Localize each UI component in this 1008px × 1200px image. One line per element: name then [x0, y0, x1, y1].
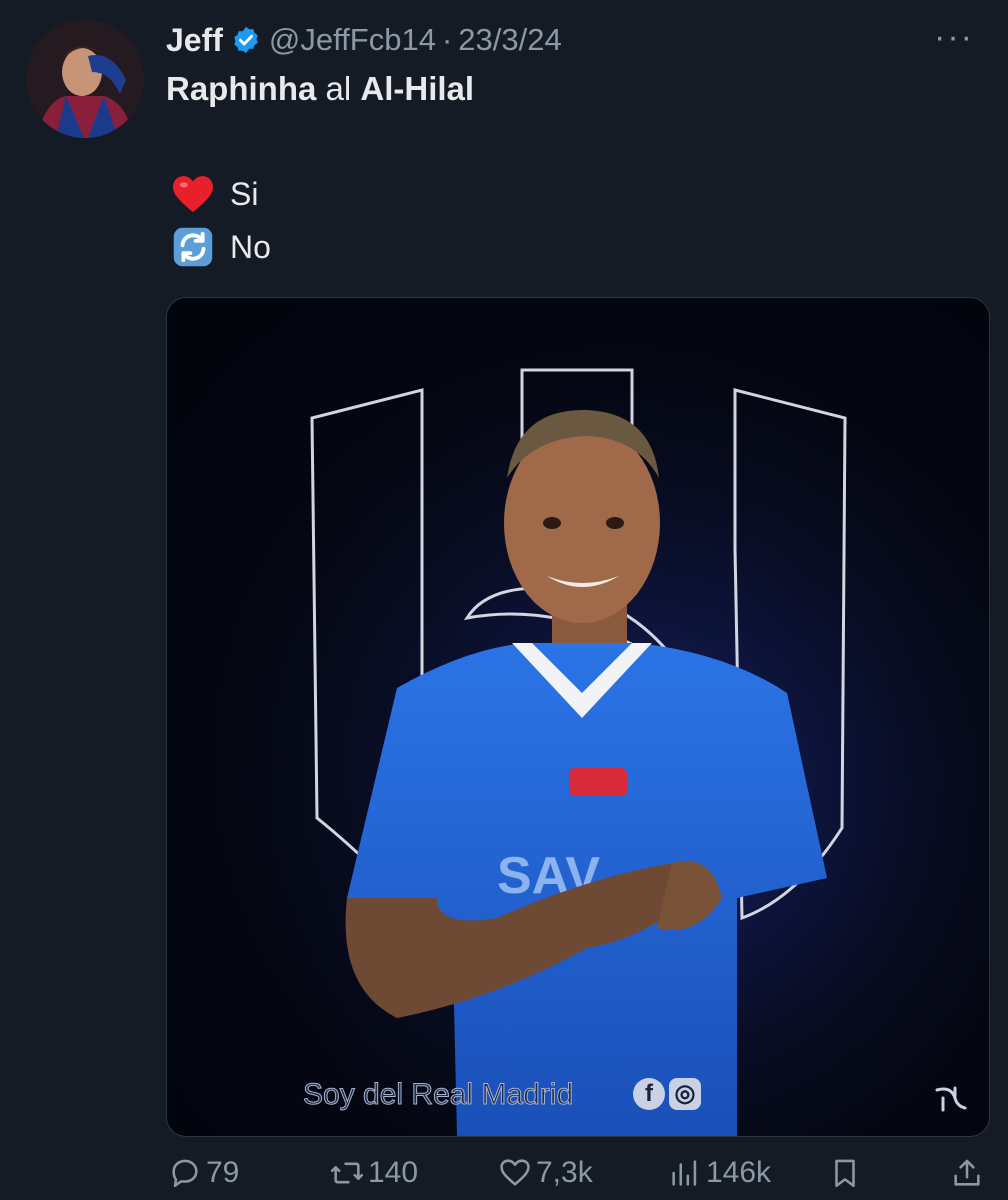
reply-icon [172, 1159, 198, 1188]
tweet-header: Jeff @JeffFcb14 · 23/3/24 [166, 18, 562, 62]
views-button[interactable]: 146k [668, 1156, 771, 1190]
share-button[interactable] [950, 1156, 988, 1190]
author-handle[interactable]: @JeffFcb14 [269, 22, 436, 58]
reply-count: 79 [206, 1156, 240, 1189]
header-separator: · [441, 22, 453, 57]
like-heart-icon [500, 1159, 530, 1186]
repost-icon [170, 224, 216, 270]
like-button[interactable]: 7,3k [498, 1156, 593, 1190]
author-avatar[interactable] [26, 20, 144, 138]
more-options-icon[interactable]: ··· [934, 18, 974, 57]
tweet-image[interactable]: SAV Soy del Real Madrid f ◎ [166, 297, 990, 1137]
repost-count: 140 [368, 1156, 419, 1189]
heart-icon [170, 171, 216, 217]
like-count: 7,3k [536, 1156, 593, 1189]
tweet-text-player: Raphinha [166, 70, 317, 107]
option-repost-no: No [170, 224, 271, 270]
tweet-text: Raphinha al Al-Hilal [166, 70, 474, 108]
retweet-icon [330, 1162, 364, 1184]
instagram-icon: ◎ [669, 1078, 701, 1110]
option-label-no: No [230, 228, 271, 265]
author-name[interactable]: Jeff [166, 22, 223, 59]
repost-button[interactable]: 140 [330, 1156, 418, 1190]
tweet-text-connector: al [316, 70, 361, 107]
verified-badge-icon [234, 26, 258, 54]
share-icon [954, 1159, 980, 1186]
views-count: 146k [706, 1156, 772, 1189]
views-chart-icon [672, 1160, 697, 1186]
bookmark-icon [835, 1159, 855, 1188]
option-label-si: Si [230, 175, 259, 212]
watermark-social-icons: f ◎ [633, 1078, 701, 1110]
player-illustration: SAV [167, 298, 989, 1136]
tweet-date[interactable]: 23/3/24 [458, 22, 561, 58]
tweet-actions: 79 140 7,3k 146k [168, 1156, 984, 1200]
image-watermark: Soy del Real Madrid [302, 1078, 574, 1112]
reply-button[interactable]: 79 [168, 1156, 239, 1190]
facebook-icon: f [633, 1078, 665, 1110]
bookmark-button[interactable] [828, 1156, 866, 1190]
image-logo-icon [935, 1086, 967, 1112]
tweet-text-club: Al-Hilal [360, 70, 475, 107]
option-like-si: Si [170, 171, 258, 217]
